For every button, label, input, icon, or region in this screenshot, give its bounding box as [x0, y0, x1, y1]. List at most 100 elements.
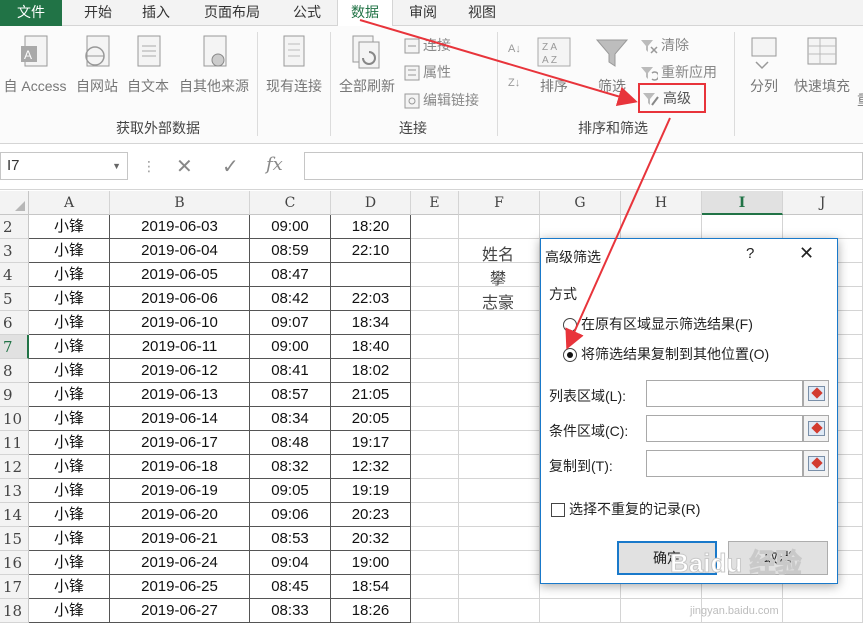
cancel-button[interactable]: 取消: [728, 541, 828, 575]
properties-button[interactable]: 属性: [404, 61, 451, 83]
close-button[interactable]: ✕: [799, 243, 814, 264]
tab-insert[interactable]: 插入: [130, 0, 182, 26]
row-header-10[interactable]: 10: [0, 407, 29, 431]
cell-d11[interactable]: 19:17: [331, 431, 411, 455]
cell-a17[interactable]: 小锋: [29, 575, 110, 599]
cell-h2[interactable]: [621, 215, 702, 239]
row-header-2[interactable]: 2: [0, 215, 29, 239]
cell-a4[interactable]: 小锋: [29, 263, 110, 287]
cell-b15[interactable]: 2019-06-21: [110, 527, 250, 551]
cell-e14[interactable]: [411, 503, 459, 527]
enter-check-icon[interactable]: ✓: [222, 154, 239, 179]
cell-c11[interactable]: 08:48: [250, 431, 331, 455]
formula-bar-grip[interactable]: ⋮: [142, 158, 156, 175]
connections-button[interactable]: 连接: [404, 34, 451, 56]
cell-d10[interactable]: 20:05: [331, 407, 411, 431]
cell-d7[interactable]: 18:40: [331, 335, 411, 359]
cell-e6[interactable]: [411, 311, 459, 335]
cell-f3[interactable]: 姓名: [482, 241, 514, 265]
cell-b3[interactable]: 2019-06-04: [110, 239, 250, 263]
sort-button[interactable]: Z A A Z 排序: [534, 32, 574, 114]
column-header-j[interactable]: J: [783, 191, 863, 215]
cell-f18[interactable]: [459, 599, 540, 623]
sort-ascending-button[interactable]: A↓ Z↓: [502, 36, 532, 118]
select-all-corner[interactable]: [0, 191, 29, 215]
clear-button[interactable]: 清除: [640, 34, 689, 56]
cancel-icon[interactable]: ✕: [176, 154, 193, 179]
cell-d12[interactable]: 12:32: [331, 455, 411, 479]
from-web-button[interactable]: 自网站: [72, 32, 122, 114]
cell-b14[interactable]: 2019-06-20: [110, 503, 250, 527]
cell-c16[interactable]: 09:04: [250, 551, 331, 575]
cell-a14[interactable]: 小锋: [29, 503, 110, 527]
edit-links-button[interactable]: 编辑链接: [404, 89, 479, 111]
cell-b6[interactable]: 2019-06-10: [110, 311, 250, 335]
chevron-down-icon[interactable]: ▼: [112, 153, 121, 179]
cell-c12[interactable]: 08:32: [250, 455, 331, 479]
cell-e13[interactable]: [411, 479, 459, 503]
cell-a3[interactable]: 小锋: [29, 239, 110, 263]
existing-connections-button[interactable]: 现有连接: [261, 32, 327, 114]
from-access-button[interactable]: A 自 Access: [0, 32, 70, 114]
cell-f10[interactable]: [459, 407, 540, 431]
cell-d8[interactable]: 18:02: [331, 359, 411, 383]
cell-a8[interactable]: 小锋: [29, 359, 110, 383]
list-range-input[interactable]: [646, 380, 803, 407]
cell-d15[interactable]: 20:32: [331, 527, 411, 551]
tab-view[interactable]: 视图: [456, 0, 508, 26]
cell-f4[interactable]: 攀: [490, 265, 506, 289]
column-header-e[interactable]: E: [411, 191, 459, 215]
column-header-c[interactable]: C: [250, 191, 331, 215]
column-header-a[interactable]: A: [29, 191, 110, 215]
cell-b2[interactable]: 2019-06-03: [110, 215, 250, 239]
cell-e10[interactable]: [411, 407, 459, 431]
cell-a6[interactable]: 小锋: [29, 311, 110, 335]
cell-f2[interactable]: [459, 215, 540, 239]
cell-f7[interactable]: [459, 335, 540, 359]
cell-c9[interactable]: 08:57: [250, 383, 331, 407]
cell-a12[interactable]: 小锋: [29, 455, 110, 479]
row-header-14[interactable]: 14: [0, 503, 29, 527]
cell-e7[interactable]: [411, 335, 459, 359]
cell-e15[interactable]: [411, 527, 459, 551]
cell-d3[interactable]: 22:10: [331, 239, 411, 263]
cell-a2[interactable]: 小锋: [29, 215, 110, 239]
cell-e8[interactable]: [411, 359, 459, 383]
row-header-3[interactable]: 3: [0, 239, 29, 263]
cell-b13[interactable]: 2019-06-19: [110, 479, 250, 503]
cell-c5[interactable]: 08:42: [250, 287, 331, 311]
row-header-13[interactable]: 13: [0, 479, 29, 503]
cell-g2[interactable]: [540, 215, 621, 239]
cell-a10[interactable]: 小锋: [29, 407, 110, 431]
cell-c2[interactable]: 09:00: [250, 215, 331, 239]
cell-c7[interactable]: 09:00: [250, 335, 331, 359]
radio-copy-to-location[interactable]: 将筛选结果复制到其他位置(O): [563, 344, 769, 364]
help-button[interactable]: ?: [746, 245, 754, 262]
row-header-12[interactable]: 12: [0, 455, 29, 479]
cell-c14[interactable]: 09:06: [250, 503, 331, 527]
cell-a16[interactable]: 小锋: [29, 551, 110, 575]
row-header-5[interactable]: 5: [0, 287, 29, 311]
cell-a5[interactable]: 小锋: [29, 287, 110, 311]
ok-button[interactable]: 确定: [617, 541, 717, 575]
cell-c18[interactable]: 08:33: [250, 599, 331, 623]
cell-a7[interactable]: 小锋: [29, 335, 110, 359]
cell-c15[interactable]: 08:53: [250, 527, 331, 551]
cell-f9[interactable]: [459, 383, 540, 407]
text-to-columns-button[interactable]: 分列: [742, 32, 786, 114]
cell-e4[interactable]: [411, 263, 459, 287]
cell-a9[interactable]: 小锋: [29, 383, 110, 407]
tab-page-layout[interactable]: 页面布局: [192, 0, 272, 26]
tab-review[interactable]: 审阅: [398, 0, 448, 26]
criteria-range-collapse-button[interactable]: [803, 415, 829, 442]
flash-fill-button[interactable]: 快速填充: [790, 32, 854, 114]
column-header-d[interactable]: D: [331, 191, 411, 215]
cell-h18[interactable]: [621, 599, 702, 623]
tab-formulas[interactable]: 公式: [282, 0, 332, 26]
radio-filter-in-place-circle[interactable]: [563, 318, 577, 333]
row-header-15[interactable]: 15: [0, 527, 29, 551]
cell-d9[interactable]: 21:05: [331, 383, 411, 407]
row-header-6[interactable]: 6: [0, 311, 29, 335]
column-header-g[interactable]: G: [540, 191, 621, 215]
cell-c4[interactable]: 08:47: [250, 263, 331, 287]
